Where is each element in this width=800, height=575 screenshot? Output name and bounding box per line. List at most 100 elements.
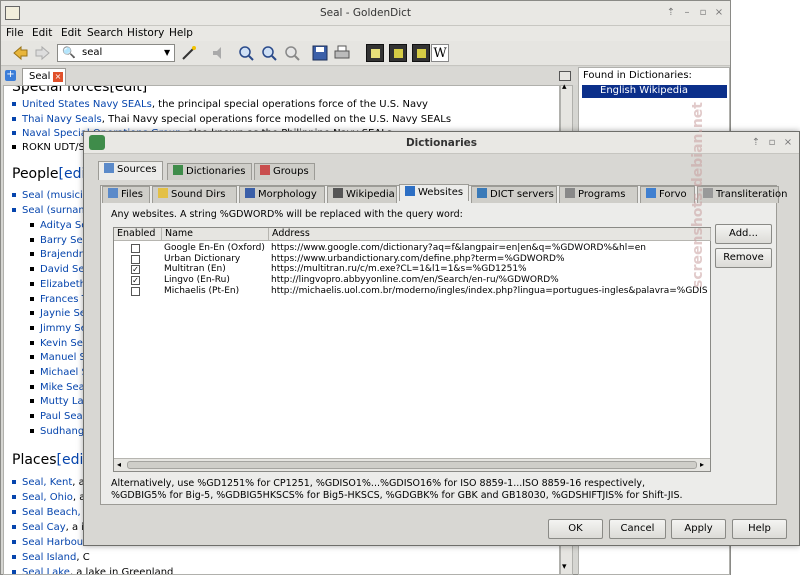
- websites-table[interactable]: Enabled Name Address ◂ ▸ Google En-En (O…: [113, 227, 711, 472]
- window-minimize-icon[interactable]: –: [681, 7, 693, 19]
- window-maximize-icon[interactable]: ▫: [697, 7, 709, 19]
- table-row[interactable]: Urban Dictionary https://www.urbandiction…: [114, 254, 711, 265]
- apply-button[interactable]: Apply: [671, 519, 726, 539]
- watermark: screenshots.debian.net: [690, 102, 706, 288]
- link[interactable]: Seal Lake: [22, 567, 70, 574]
- zoom-in-icon[interactable]: [237, 44, 255, 62]
- tab-seal[interactable]: Seal ×: [22, 68, 66, 85]
- search-input[interactable]: 🔍 seal ▼: [57, 44, 175, 62]
- zoom-reset-icon[interactable]: [283, 44, 301, 62]
- tab-dictionaries[interactable]: Dictionaries: [167, 163, 252, 180]
- subtab-websites[interactable]: Websites: [399, 184, 469, 201]
- menu-search[interactable]: Search: [87, 27, 123, 39]
- link[interactable]: United States Navy SEALs: [22, 99, 152, 110]
- zoom-out-icon[interactable]: [260, 44, 278, 62]
- column-name[interactable]: Name: [162, 228, 269, 241]
- dictionary-group-icon-1[interactable]: [366, 44, 384, 62]
- site-address: https://multitran.ru/c/m.exe?CL=1&l1=1&s…: [271, 264, 527, 275]
- subtab-wikipedia[interactable]: Wikipedia: [327, 186, 397, 203]
- list-item: Seal Island, C: [12, 552, 90, 563]
- site-name: Michaelis (Pt-En): [164, 285, 240, 296]
- column-enabled[interactable]: Enabled: [114, 228, 162, 241]
- list-item: Paul Seal: [30, 411, 85, 422]
- dialog-maximize-icon[interactable]: ▫: [766, 137, 778, 149]
- dict-servers-icon: [477, 188, 487, 198]
- dialog-up-icon[interactable]: ⇡: [750, 137, 762, 149]
- column-address[interactable]: Address: [269, 228, 711, 241]
- dictionaries-icon: [173, 165, 183, 175]
- list-item: Seal Harbour,: [12, 537, 90, 548]
- enabled-checkbox[interactable]: [131, 286, 140, 296]
- link[interactable]: Thai Navy Seals: [22, 114, 102, 125]
- forward-icon[interactable]: [34, 44, 52, 62]
- menu-history[interactable]: History: [127, 27, 164, 39]
- remove-button[interactable]: Remove: [715, 248, 772, 268]
- wand-icon[interactable]: [180, 44, 198, 62]
- table-row[interactable]: ✓ Lingvo (En-Ru) http://lingvopro.abbyyonl…: [114, 275, 711, 286]
- table-row[interactable]: Michaelis (Pt-En) http://michaelis.uol.co…: [114, 286, 711, 297]
- print-icon[interactable]: [333, 44, 351, 62]
- scroll-left-icon[interactable]: ◂: [117, 460, 121, 469]
- search-icon: 🔍: [62, 46, 76, 59]
- speaker-icon[interactable]: [210, 44, 228, 62]
- wikipedia-icon[interactable]: W: [431, 44, 449, 62]
- scroll-right-icon[interactable]: ▸: [700, 460, 704, 469]
- subtab-sound-dirs[interactable]: Sound Dirs: [152, 186, 237, 203]
- horizontal-scrollbar[interactable]: ◂ ▸: [114, 458, 710, 471]
- menu-file[interactable]: File: [6, 27, 24, 39]
- link[interactable]: Seal, Kent: [22, 477, 72, 488]
- tab-groups[interactable]: Groups: [254, 163, 315, 180]
- chevron-down-icon[interactable]: ▼: [164, 48, 170, 57]
- scroll-up-icon[interactable]: ▴: [562, 82, 567, 92]
- link[interactable]: Seal Beach, C: [22, 507, 91, 518]
- ok-button[interactable]: OK: [548, 519, 603, 539]
- scroll-down-icon[interactable]: ▾: [562, 562, 567, 572]
- list-item: ROKN UDT/S: [12, 142, 85, 153]
- help-button[interactable]: Help: [732, 519, 787, 539]
- tab-sources[interactable]: Sources: [98, 161, 163, 180]
- window-close-icon[interactable]: ×: [713, 7, 725, 19]
- cancel-button[interactable]: Cancel: [609, 519, 666, 539]
- scrollbar-thumb[interactable]: [127, 461, 697, 469]
- link[interactable]: Seal, Ohio: [22, 492, 73, 503]
- save-icon[interactable]: [311, 44, 329, 62]
- link[interactable]: Seal Cay: [22, 522, 66, 533]
- back-icon[interactable]: [11, 44, 29, 62]
- link[interactable]: Seal Island: [22, 552, 76, 563]
- enabled-checkbox[interactable]: ✓: [131, 276, 140, 286]
- subtab-dict-servers[interactable]: DICT servers: [471, 186, 557, 203]
- list-item: Seal Cay, a is: [12, 522, 89, 533]
- site-address: http://lingvopro.abbyyonline.com/en/Sear…: [271, 275, 559, 286]
- search-value: seal: [82, 47, 103, 58]
- enabled-checkbox[interactable]: [131, 254, 140, 264]
- add-button[interactable]: Add...: [715, 224, 772, 244]
- link[interactable]: Mike Seal: [40, 382, 88, 393]
- websites-icon: [405, 186, 415, 196]
- table-row[interactable]: ✓ Multitran (En) https://multitran.ru/c/m.…: [114, 264, 711, 275]
- title-bar[interactable]: Seal - GoldenDict ⇡ – ▫ ×: [1, 1, 730, 26]
- subtab-files[interactable]: Files: [102, 186, 150, 203]
- dialog-close-icon[interactable]: ×: [782, 137, 794, 149]
- menu-edit[interactable]: Edit: [32, 27, 52, 39]
- window-up-icon[interactable]: ⇡: [665, 7, 677, 19]
- table-row[interactable]: Google En-En (Oxford) https://www.google.…: [114, 243, 711, 254]
- subtab-transliteration[interactable]: Transliteration: [697, 186, 787, 203]
- link[interactable]: Paul Seal: [40, 411, 85, 422]
- subtab-programs[interactable]: Programs: [559, 186, 638, 203]
- toolbar: 🔍 seal ▼ W: [1, 41, 730, 66]
- new-tab-icon[interactable]: +: [5, 70, 16, 81]
- subtab-forvo[interactable]: Forvo: [640, 186, 695, 203]
- enabled-checkbox[interactable]: [131, 244, 140, 253]
- menu-help[interactable]: Help: [169, 27, 193, 39]
- websites-description: Any websites. A string %GDWORD% will be …: [111, 209, 463, 220]
- link[interactable]: Seal Harbour,: [22, 537, 90, 548]
- link[interactable]: Mutty Lall: [40, 396, 89, 407]
- tab-list-icon[interactable]: [559, 71, 571, 81]
- dictionary-group-icon-2[interactable]: [389, 44, 407, 62]
- close-tab-icon[interactable]: ×: [53, 72, 63, 82]
- tab-bar: + Seal ×: [1, 67, 578, 85]
- dictionary-group-icon-3[interactable]: [412, 44, 430, 62]
- enabled-checkbox[interactable]: ✓: [131, 265, 140, 275]
- menu-edit2[interactable]: Edit: [61, 27, 81, 39]
- subtab-morphology[interactable]: Morphology: [239, 186, 325, 203]
